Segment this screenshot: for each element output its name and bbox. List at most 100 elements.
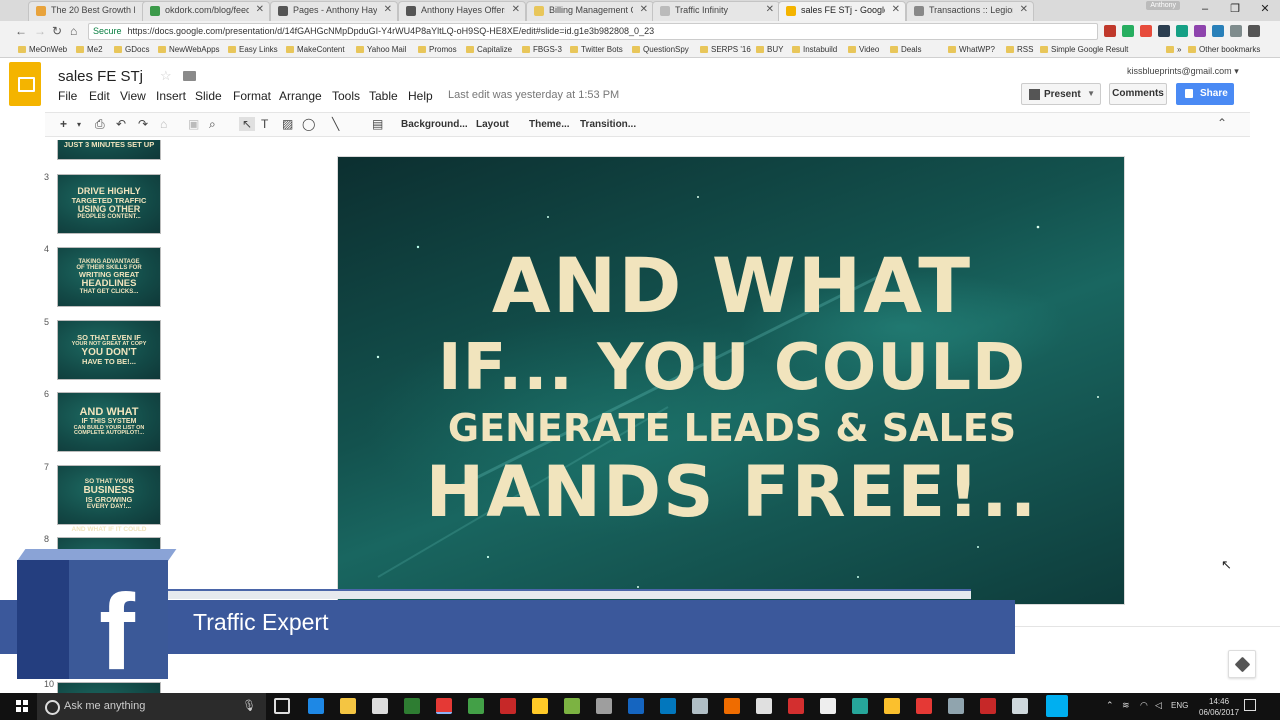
app-icon[interactable] [468,698,484,714]
extension-icon[interactable] [1194,25,1206,37]
chevron-down-icon[interactable]: ▾ [77,120,81,129]
bookmark-item[interactable]: NewWebApps [158,45,220,54]
language-indicator[interactable]: ENG [1171,701,1188,710]
close-icon[interactable]: ✕ [1020,4,1028,15]
app-icon[interactable] [1012,698,1028,714]
slide-headline[interactable]: AND WHAT IF... YOU COULD GENERATE LEADS … [338,240,1124,532]
bookmark-item[interactable]: MeOnWeb [18,45,67,54]
reload-icon[interactable]: ↻ [52,24,62,38]
firefox-icon[interactable] [724,698,740,714]
app-icon[interactable] [532,698,548,714]
maximize-icon[interactable]: ❐ [1220,0,1250,21]
bookmark-item[interactable]: GDocs [114,45,149,54]
bookmark-item[interactable]: QuestionSpy [632,45,689,54]
app-icon[interactable] [756,698,772,714]
app-icon[interactable] [884,698,900,714]
browser-tab[interactable]: Transactions :: Legion(Li✕ [906,1,1034,21]
bookmark-item[interactable]: MakeContent [286,45,345,54]
chevron-down-icon[interactable]: ▼ [1087,89,1095,98]
app-icon[interactable] [500,698,516,714]
slide-thumbnail[interactable]: DRIVE HIGHLY TARGETED TRAFFIC USING OTHE… [57,174,161,234]
chrome-icon[interactable] [436,698,452,714]
transition-button[interactable]: Transition... [580,119,636,130]
slide-thumbnail[interactable]: AND WHAT IF THIS SYSTEM CAN BUILD YOUR L… [57,392,161,452]
other-bookmarks[interactable]: Other bookmarks [1188,45,1260,54]
comments-button[interactable]: Comments [1109,83,1167,105]
slide-thumbnail[interactable]: SO THAT YOUR BUSINESS IS GROWING EVERY D… [57,465,161,525]
menu-table[interactable]: Table [369,89,398,103]
share-button[interactable]: Share [1176,83,1234,105]
browser-tab[interactable]: Traffic Infinity ✕ [652,1,780,21]
skype-icon[interactable] [1046,695,1068,717]
doc-title[interactable]: sales FE STj [58,68,143,85]
browser-user-pill[interactable]: Anthony [1146,1,1180,10]
menu-tools[interactable]: Tools [332,89,360,103]
opera-icon[interactable] [788,698,804,714]
shape-icon[interactable]: ◯ [302,117,315,131]
slide-canvas[interactable]: AND WHAT IF... YOU COULD GENERATE LEADS … [337,156,1125,605]
redo-icon[interactable]: ↷ [138,117,148,131]
extension-icon[interactable] [1122,25,1134,37]
close-icon[interactable]: ✕ [512,4,520,15]
bookmark-item[interactable]: WhatWP? [948,45,995,54]
bookmark-item[interactable]: Easy Links [228,45,278,54]
tray-chevron-icon[interactable]: ⌃ [1106,700,1114,711]
menu-file[interactable]: File [58,89,77,103]
bookmark-item[interactable]: Me2 [76,45,103,54]
menu-dots-icon[interactable] [1248,25,1260,37]
theme-button[interactable]: Theme... [529,119,570,130]
text-box-icon[interactable]: T [261,117,268,131]
bookmark-item[interactable]: RSS [1006,45,1033,54]
last-edit-status[interactable]: Last edit was yesterday at 1:53 PM [448,89,619,101]
file-explorer-icon[interactable] [340,698,356,714]
app-icon[interactable] [852,698,868,714]
bookmark-item[interactable]: Video [848,45,879,54]
extension-icon[interactable] [1104,25,1116,37]
close-icon[interactable]: ✕ [766,4,774,15]
collapse-toolbar-icon[interactable]: ⌃ [1217,116,1227,130]
taskbar-clock[interactable]: 14:46 06/06/2017 [1199,696,1239,718]
app-icon[interactable] [948,698,964,714]
powerpoint-icon[interactable] [980,698,996,714]
paint-format-icon[interactable]: ⌂ [160,117,167,131]
taskbar-search-input[interactable]: Ask me anything 🎙 [37,693,266,720]
close-icon[interactable]: ✕ [384,4,392,15]
forward-arrow-icon[interactable]: → [34,24,46,38]
notifications-icon[interactable] [1244,699,1256,711]
bookmarks-overflow-button[interactable]: » [1166,45,1181,54]
close-icon[interactable]: ✕ [892,4,900,15]
app-icon[interactable] [564,698,580,714]
outlook-icon[interactable] [660,698,676,714]
menu-view[interactable]: View [120,89,146,103]
extension-icon[interactable] [1230,25,1242,37]
slide-thumbnail[interactable]: TAKING ADVANTAGE OF THEIR SKILLS FOR WRI… [57,247,161,307]
menu-edit[interactable]: Edit [89,89,110,103]
undo-icon[interactable]: ↶ [116,117,126,131]
close-icon[interactable]: ✕ [256,4,264,15]
url-input[interactable]: Secure https://docs.google.com/presentati… [88,23,1098,40]
star-icon[interactable]: ☆ [160,68,172,84]
bookmark-item[interactable]: Yahoo Mail [356,45,406,54]
app-icon[interactable] [596,698,612,714]
menu-insert[interactable]: Insert [156,89,186,103]
present-button[interactable]: Present ▼ [1021,83,1101,105]
bookmark-item[interactable]: Twitter Bots [570,45,623,54]
bookmark-item[interactable]: SERPS '16 [700,45,751,54]
menu-arrange[interactable]: Arrange [279,89,322,103]
layout-button[interactable]: Layout [476,119,509,130]
slides-logo-icon[interactable] [9,62,41,106]
browser-tab[interactable]: Billing Management Co ✕ [526,1,654,21]
folder-icon[interactable] [183,71,196,81]
browser-tab-active[interactable]: sales FE STj - Google Sli✕ [778,1,906,21]
app-icon[interactable] [692,698,708,714]
print-icon[interactable]: ⎙ [95,117,105,132]
menu-help[interactable]: Help [408,89,433,103]
home-icon[interactable]: ⌂ [70,24,77,38]
wifi-icon[interactable]: ◠ [1140,700,1148,711]
new-slide-icon[interactable]: + [60,117,67,131]
zoom-icon[interactable]: ⌕ [209,117,216,132]
menu-format[interactable]: Format [233,89,271,103]
app-icon[interactable] [820,698,836,714]
comment-icon[interactable]: ▤ [372,117,383,131]
zoom-fit-icon[interactable]: ▣ [188,117,199,131]
